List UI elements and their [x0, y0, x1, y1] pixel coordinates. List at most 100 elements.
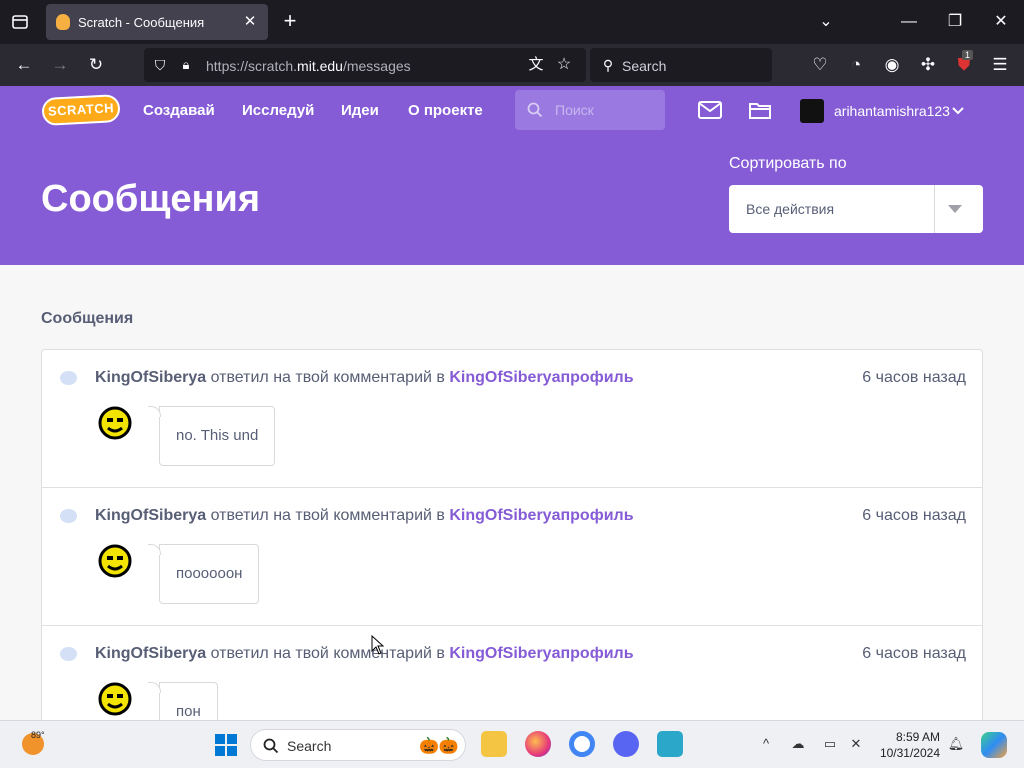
nav-create[interactable]: Создавай [143, 102, 215, 119]
messages-envelope-icon[interactable] [698, 101, 722, 119]
pocket-icon[interactable]: ♡ [808, 53, 832, 77]
network-icon[interactable]: ▭ [821, 735, 839, 753]
message-username[interactable]: KingOfSiberya [95, 645, 206, 662]
windows-taskbar: 89° Search 🎃🎃 ^ ☁ ▭ ✕ 8:59 AM 10/31/2024… [0, 720, 1024, 768]
message-action: ответил на твой комментарий в [210, 645, 445, 662]
tab-list-icon[interactable] [8, 10, 32, 34]
browser-tab-active[interactable]: Scratch - Сообщения ✕ [46, 4, 268, 40]
scratch-header: SCRATCH Создавай Исследуй Идеи О проекте… [0, 86, 1024, 136]
translate-icon[interactable]: 文 [524, 53, 548, 77]
mouse-cursor-icon [371, 635, 385, 655]
minimize-icon[interactable]: — [897, 10, 921, 34]
notification-bell-icon[interactable]: 🔔︎ [947, 735, 965, 753]
forward-icon[interactable]: → [48, 53, 72, 77]
browser-search-placeholder: Search [622, 58, 667, 74]
tray-chevron-up-icon[interactable]: ^ [757, 735, 775, 753]
sort-select-value: Все действия [746, 201, 835, 217]
search-icon: ⚲ [602, 57, 614, 73]
my-stuff-folder-icon[interactable] [748, 100, 772, 120]
browser-nav-bar: ← → ↻ ⛉ 🔒︎ https://scratch.mit.edu/messa… [0, 44, 1024, 86]
taskbar-clock[interactable]: 8:59 AM 10/31/2024 [876, 729, 940, 761]
message-text: KingOfSiberya ответил на твой комментари… [95, 369, 634, 387]
account-icon[interactable]: ◉ [880, 53, 904, 77]
browser-tab-bar: Scratch - Сообщения ✕ + ⌄ — ❐ ✕ [0, 0, 1024, 44]
taskbar-search[interactable]: Search 🎃🎃 [250, 729, 466, 761]
back-icon[interactable]: ← [12, 53, 36, 77]
file-explorer-icon[interactable] [481, 731, 507, 757]
sort-select-divider [934, 185, 935, 233]
comment-bubble-icon [60, 371, 77, 385]
scratch-search-placeholder: Поиск [555, 102, 594, 118]
windows-start-icon[interactable] [214, 733, 238, 757]
message-target-link[interactable]: KingOfSiberyaпрофиль [449, 645, 633, 662]
browser-search-box[interactable]: ⚲ Search [590, 48, 772, 82]
firefox-icon[interactable] [525, 731, 551, 757]
tab-title: Scratch - Сообщения [78, 15, 205, 30]
halloween-pumpkins-icon: 🎃🎃 [419, 738, 459, 755]
close-tab-icon[interactable]: ✕ [240, 12, 260, 32]
chrome-icon[interactable] [569, 731, 595, 757]
scratch-favicon-icon [56, 14, 70, 30]
message-item: KingOfSiberya ответил на твой комментари… [42, 350, 982, 488]
message-target-link[interactable]: KingOfSiberyaпрофиль [449, 507, 633, 524]
reload-icon[interactable]: ↻ [84, 53, 108, 77]
message-text: KingOfSiberya ответил на твой комментари… [95, 645, 634, 663]
extension-color-icon[interactable]: ◔ [844, 53, 868, 77]
commenter-avatar[interactable] [98, 682, 132, 716]
message-time: 6 часов назад [862, 645, 966, 662]
sort-dropdown-arrow-icon[interactable] [948, 205, 962, 213]
sort-select[interactable]: Все действия [729, 185, 983, 233]
extension-badge: 1 [962, 50, 974, 60]
volume-icon[interactable]: ✕ [847, 735, 865, 753]
scratch-search-input[interactable]: Поиск [515, 90, 665, 130]
clock-date: 10/31/2024 [879, 746, 940, 760]
message-action: ответил на твой комментарий в [210, 369, 445, 386]
message-time: 6 часов назад [862, 507, 966, 524]
bookmark-star-icon[interactable]: ☆ [552, 53, 576, 77]
maximize-icon[interactable]: ❐ [943, 10, 967, 34]
messages-list: KingOfSiberya ответил на твой комментари… [41, 349, 983, 729]
comment-bubble: no. This und [147, 406, 276, 466]
taskbar-search-icon [263, 738, 279, 754]
url-text[interactable]: https://scratch.mit.edu/messages [206, 58, 411, 74]
comment-bubble: поооооон [147, 544, 260, 604]
nav-explore[interactable]: Исследуй [242, 102, 314, 119]
user-avatar[interactable] [800, 99, 824, 123]
message-text: KingOfSiberya ответил на твой комментари… [95, 507, 634, 525]
message-item: KingOfSiberya ответил на твой комментари… [42, 626, 982, 729]
messages-banner: Сообщения Сортировать по Все действия [0, 136, 1024, 265]
sort-label: Сортировать по [729, 155, 847, 172]
url-bar[interactable]: ⛉ 🔒︎ https://scratch.mit.edu/messages 文 … [144, 48, 586, 82]
comment-bubble-icon [60, 647, 77, 661]
nav-about[interactable]: О проекте [408, 102, 483, 119]
account-chevron-down-icon[interactable] [952, 107, 964, 115]
message-username[interactable]: KingOfSiberya [95, 369, 206, 386]
scratch-logo[interactable]: SCRATCH [41, 93, 121, 127]
message-item: KingOfSiberya ответил на твой комментари… [42, 488, 982, 626]
message-username[interactable]: KingOfSiberya [95, 507, 206, 524]
message-target-link[interactable]: KingOfSiberyaпрофиль [449, 369, 633, 386]
messages-section-title: Сообщения [41, 310, 134, 327]
shield-icon[interactable]: ⛉ [148, 53, 172, 77]
tab-overflow-chevron-icon[interactable]: ⌄ [814, 10, 838, 34]
clock-time: 8:59 AM [895, 730, 940, 744]
page-title: Сообщения [41, 178, 261, 220]
commenter-avatar[interactable] [98, 544, 132, 578]
message-action: ответил на твой комментарий в [210, 507, 445, 524]
username-label[interactable]: arihantamishra123 [834, 103, 950, 119]
extensions-puzzle-icon[interactable]: ✣ [916, 53, 940, 77]
onedrive-icon[interactable]: ☁ [789, 735, 807, 753]
scratch-search-icon [527, 102, 543, 118]
copilot-icon[interactable] [981, 732, 1007, 758]
new-tab-icon[interactable]: + [278, 10, 302, 34]
nav-ideas[interactable]: Идеи [341, 102, 379, 119]
window-close-icon[interactable]: ✕ [989, 10, 1013, 34]
notepad-icon[interactable] [657, 731, 683, 757]
weather-temperature: 89° [31, 730, 45, 740]
taskbar-search-label: Search [287, 738, 332, 754]
lock-icon[interactable]: 🔒︎ [174, 53, 198, 77]
discord-icon[interactable] [613, 731, 639, 757]
comment-bubble-icon [60, 509, 77, 523]
menu-hamburger-icon[interactable]: ☰ [988, 53, 1012, 77]
commenter-avatar[interactable] [98, 406, 132, 440]
